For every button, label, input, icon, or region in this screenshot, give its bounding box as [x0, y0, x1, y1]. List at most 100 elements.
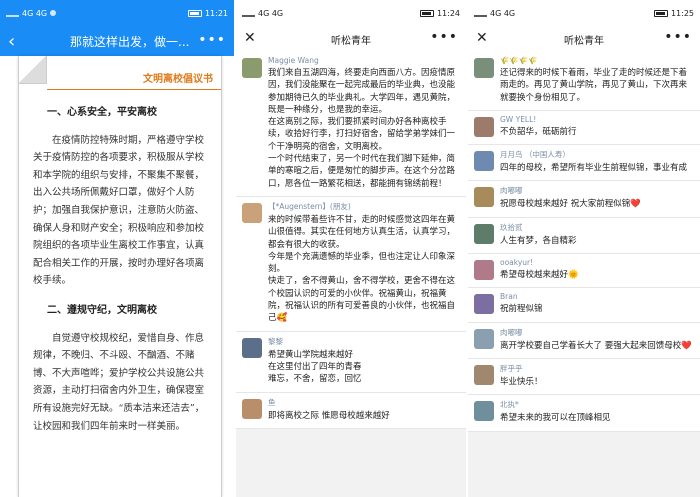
app-notification-icon [50, 10, 57, 16]
comment-text: 希望黄山学院越来越好 在这里付出了四年的青春 难忘，不舍，留恋，回忆 [268, 349, 362, 385]
comments-panel-1: 4G 4G 11:24 ✕ 听松青年 ••• Maggie Wang 我们来自五湖… [236, 0, 466, 497]
comment-item[interactable]: ooakyur! 希望母校越来越好🌞 [468, 254, 700, 289]
avatar[interactable] [242, 337, 262, 358]
comment-item[interactable]: 月月鸟 （中国人寿） 四年的母校，希望所有毕业生前程似锦，事业有成 [468, 145, 700, 182]
more-options-icon[interactable]: ••• [430, 29, 458, 45]
comment-item[interactable]: 🌾🌾🌾🌾 还记得来的时候下着雨，毕业了走的时候还是下着雨走的。再见了黄山学院，再见… [468, 52, 700, 111]
comment-body: 黎黎希望黄山学院越来越好 在这里付出了四年的青春 难忘，不舍，留恋，回忆 [268, 336, 460, 386]
screenshot-collage: 4G 4G 11:21 ‹ 那就这样出发，做一... ••• 文明离校倡议书 一… [0, 0, 700, 497]
nav-title: 听松青年 [564, 35, 604, 47]
signal-icon [6, 10, 19, 17]
comment-text: 我们来自五湖四海，终要走向西面八方。因疫情原因，我们没能聚在一起完成最后的毕业典… [268, 68, 456, 189]
commenter-name: 玖拾贰 [500, 222, 523, 232]
commenter-name: 肉嘟嘟 [500, 327, 523, 337]
comment-body: 玖拾贰人生有梦，各自精彩 [500, 222, 694, 247]
status-time: 11:25 [670, 8, 694, 18]
commenter-name: 鱼 [268, 397, 276, 407]
comment-item[interactable]: GW YELL! 不负韶华，砥砺前行 [468, 110, 700, 146]
nav-bar: ‹ 那就这样出发，做一... ••• [0, 26, 234, 56]
close-icon[interactable]: ✕ [244, 30, 256, 46]
nav-bar: ✕ 听松青年 ••• [468, 26, 700, 52]
more-options-icon[interactable]: ••• [664, 29, 692, 45]
commenter-name: 月月鸟 （中国人寿） [500, 150, 570, 160]
title-divider [47, 89, 221, 90]
avatar[interactable] [474, 364, 494, 385]
avatar[interactable] [474, 401, 494, 422]
page-fold-decoration [19, 56, 47, 84]
proposal-panel: 4G 4G 11:21 ‹ 那就这样出发，做一... ••• 文明离校倡议书 一… [0, 0, 234, 497]
comment-body: 月月鸟 （中国人寿） 四年的母校，希望所有毕业生前程似锦，事业有成 [500, 149, 694, 174]
back-arrow-icon[interactable]: ‹ [8, 31, 28, 52]
comment-body: 鱼即将离校之际 惟愿母校越来越好 [268, 397, 460, 422]
document-body: 一、心系安全，平安离校 在疫情防控特殊时期，严格遵守学校关于疫情防控的各项要求，… [33, 104, 211, 447]
section-2-text: 自觉遵守校规校纪，爱惜自身、作息规律，不晚归、不斗殴、不酗酒、不赌博、不大声喧哗… [33, 332, 205, 432]
section-2-heading: 二、遵规守纪，文明离校 [47, 304, 157, 316]
comment-item[interactable]: 玖拾贰人生有梦，各自精彩 [468, 217, 700, 255]
commenter-name: GW YELL! [500, 114, 537, 124]
commenter-name: 【*Augenstern】(朋友) [268, 201, 351, 211]
comment-item[interactable]: 北执* 希望未来的我可以在顶峰相见 [468, 395, 700, 432]
comment-text: 希望未来的我可以在顶峰相见 [500, 413, 611, 424]
comment-text: 人生有梦，各自精彩 [500, 235, 577, 246]
document-title: 文明离校倡议书 [143, 74, 213, 85]
status-time: 11:24 [436, 8, 460, 18]
comment-text: 来的时候带着些许不甘，走的时候感觉这四年在黄山很值得。其实在任何地方认真生活，认… [268, 214, 456, 324]
avatar[interactable] [474, 223, 494, 244]
avatar[interactable] [242, 58, 262, 78]
status-time: 11:21 [204, 8, 228, 18]
commenter-name: ooakyur! [500, 258, 534, 268]
comment-list[interactable]: Maggie Wang 我们来自五湖四海，终要走向西面八方。因疫情原因，我们没能聚… [236, 52, 466, 497]
comment-list[interactable]: 🌾🌾🌾🌾 还记得来的时候下着雨，毕业了走的时候还是下着雨走的。再见了黄山学院，再见… [468, 52, 700, 497]
comment-item[interactable]: 鱼即将离校之际 惟愿母校越来越好 [236, 392, 466, 429]
comment-item[interactable]: 肉嘟嘟 祝愿母校越来越好 祝大家前程似锦❤️ [468, 181, 700, 218]
signal-icon [474, 10, 487, 17]
comment-item[interactable]: Maggie Wang 我们来自五湖四海，终要走向西面八方。因疫情原因，我们没能聚… [236, 52, 466, 197]
comment-item[interactable]: 黎黎希望黄山学院越来越好 在这里付出了四年的青春 难忘，不舍，留恋，回忆 [236, 331, 466, 393]
comment-text: 毕业快乐！ [500, 376, 543, 387]
comment-body: 北执* 希望未来的我可以在顶峰相见 [500, 399, 694, 424]
commenter-name: 黎黎 [268, 336, 283, 346]
comment-item[interactable]: Bran 祝前程似锦 [468, 288, 700, 323]
nav-bar: ✕ 听松青年 ••• [236, 26, 466, 52]
comment-body: 胖乎乎毕业快乐！ [500, 363, 694, 388]
signal-icon [242, 10, 255, 17]
avatar[interactable] [474, 116, 494, 137]
avatar[interactable] [474, 260, 494, 281]
avatar[interactable] [474, 294, 494, 315]
comment-body: 【*Augenstern】(朋友) 来的时候带着些许不甘，走的时候感觉这四年在黄山… [268, 201, 460, 325]
commenter-name: Bran [500, 292, 518, 302]
avatar[interactable] [474, 151, 494, 172]
comment-body: 肉嘟嘟 离开学校要自己学着长大了 要强大起来回馈母校❤️ [500, 327, 694, 352]
comment-text: 祝愿母校越来越好 祝大家前程似锦❤️ [500, 199, 641, 210]
comment-body: 🌾🌾🌾🌾 还记得来的时候下着雨，毕业了走的时候还是下着雨走的。再见了黄山学院，再见… [500, 56, 694, 104]
proposal-document: 文明离校倡议书 一、心系安全，平安离校 在疫情防控特殊时期，严格遵守学校关于疫情… [18, 56, 222, 497]
status-bar: 4G 4G 11:25 [468, 0, 700, 26]
section-1-text: 在疫情防控特殊时期，严格遵守学校关于疫情防控的各项要求，积极服从学校和本学院的组… [33, 134, 205, 287]
close-icon[interactable]: ✕ [476, 30, 488, 46]
commenter-name: 胖乎乎 [500, 363, 523, 373]
commenter-name: 北执* [500, 400, 519, 410]
battery-icon [653, 9, 668, 17]
comment-body: ooakyur! 希望母校越来越好🌞 [500, 258, 694, 281]
section-1-heading: 一、心系安全，平安离校 [47, 107, 157, 118]
comment-text: 祝前程似锦 [500, 304, 543, 315]
avatar[interactable] [474, 187, 494, 208]
comment-item[interactable]: 【*Augenstern】(朋友) 来的时候带着些许不甘，走的时候感觉这四年在黄山… [236, 196, 466, 332]
comment-body: Bran 祝前程似锦 [500, 292, 694, 315]
more-options-icon[interactable]: ••• [198, 32, 226, 48]
comment-item[interactable]: 肉嘟嘟 离开学校要自己学着长大了 要强大起来回馈母校❤️ [468, 322, 700, 359]
avatar[interactable] [474, 58, 494, 78]
avatar[interactable] [242, 398, 262, 419]
nav-title: 听松青年 [331, 35, 371, 47]
avatar[interactable] [242, 202, 262, 223]
avatar[interactable] [474, 328, 494, 349]
comments-panel-2: 4G 4G 11:25 ✕ 听松青年 ••• 🌾🌾🌾🌾 还记得来的时候下着雨，毕业… [468, 0, 700, 497]
comment-body: Maggie Wang 我们来自五湖四海，终要走向西面八方。因疫情原因，我们没能聚… [268, 56, 460, 190]
comment-text: 还记得来的时候下着雨，毕业了走的时候还是下着雨走的。再见了黄山学院，再见了黄山，… [500, 68, 688, 103]
battery-icon [419, 9, 434, 17]
comment-text: 四年的母校，希望所有毕业生前程似锦，事业有成 [500, 163, 688, 174]
nav-title: 那就这样出发，做一... [70, 34, 190, 49]
status-bar: 4G 4G 11:24 [236, 0, 466, 26]
comment-item[interactable]: 胖乎乎毕业快乐！ [468, 358, 700, 396]
commenter-name: Maggie Wang [268, 56, 319, 65]
